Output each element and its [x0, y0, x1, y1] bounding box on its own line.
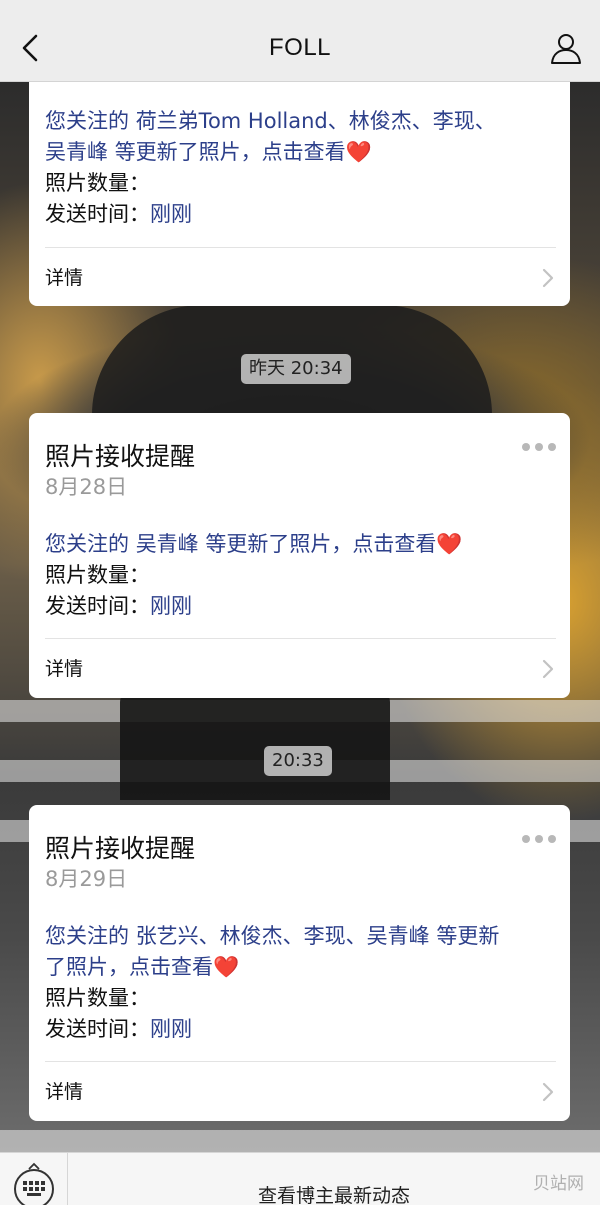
photo-count-label: 照片数量：	[45, 986, 150, 1010]
card-body: 您关注的 张艺兴、林俊杰、李现、吴青峰 等更新 了照片，点击查看❤️ 照片数量：…	[45, 921, 548, 1045]
message-card[interactable]: 照片接收提醒 8月28日 您关注的 吴青峰 等更新了照片，点击查看❤️ 照片数量…	[29, 413, 570, 698]
background-figure	[120, 690, 390, 800]
page-title: FOLL	[268, 34, 332, 61]
intro-text: 您关注的	[45, 924, 136, 948]
update-text[interactable]: 等更新了照片，点击查看	[205, 532, 436, 556]
intro-text: 您关注的	[45, 532, 136, 556]
timestamp-pill: 昨天 20:34	[241, 354, 351, 384]
message-card[interactable]: 您关注的 荷兰弟Tom Holland、林俊杰、李现、 吴青峰 等更新了照片，点…	[29, 70, 570, 306]
details-link[interactable]: 详情	[29, 1062, 570, 1122]
card-body: 您关注的 吴青峰 等更新了照片，点击查看❤️ 照片数量： 发送时间：刚刚	[45, 529, 548, 622]
more-options-icon[interactable]	[522, 441, 556, 453]
send-time-value: 刚刚	[150, 594, 192, 618]
card-title: 照片接收提醒	[45, 834, 196, 863]
heart-icon: ❤️	[345, 140, 372, 164]
nav-header: FOLL	[0, 0, 600, 82]
send-time-value: 刚刚	[150, 1017, 192, 1041]
chevron-right-icon	[542, 1082, 554, 1102]
details-label: 详情	[45, 267, 84, 289]
followed-names[interactable]: 吴青峰	[136, 532, 206, 556]
update-text[interactable]: 等更新	[436, 924, 499, 948]
intro-text: 您关注的	[45, 109, 136, 133]
details-label: 详情	[45, 658, 84, 680]
keyboard-toggle-button[interactable]	[0, 1153, 68, 1205]
update-text[interactable]: 了照片，点击查看	[45, 955, 213, 979]
menu-latest-updates[interactable]: 查看博主最新动态	[68, 1181, 600, 1205]
crosswalk-stripe	[0, 1130, 600, 1152]
followed-names[interactable]: 荷兰弟Tom Holland、林俊杰、李现、	[136, 109, 496, 133]
card-body: 您关注的 荷兰弟Tom Holland、林俊杰、李现、 吴青峰 等更新了照片，点…	[45, 106, 548, 230]
message-card[interactable]: 照片接收提醒 8月29日 您关注的 张艺兴、林俊杰、李现、吴青峰 等更新 了照片…	[29, 805, 570, 1121]
photo-count-label: 照片数量：	[45, 171, 150, 195]
details-label: 详情	[45, 1081, 84, 1103]
send-time-value: 刚刚	[150, 202, 192, 226]
send-time-label: 发送时间：	[45, 202, 150, 226]
person-icon	[551, 34, 581, 64]
heart-icon: ❤️	[213, 955, 240, 979]
card-date: 8月28日	[45, 475, 128, 499]
keyboard-icon	[14, 1162, 54, 1205]
watermark-text: 贝站网	[533, 1174, 584, 1194]
send-time-label: 发送时间：	[45, 594, 150, 618]
heart-icon: ❤️	[436, 532, 463, 556]
more-options-icon[interactable]	[522, 833, 556, 845]
photo-count-label: 照片数量：	[45, 563, 150, 587]
details-link[interactable]: 详情	[29, 248, 570, 308]
profile-button[interactable]	[548, 30, 584, 66]
card-date: 8月29日	[45, 867, 128, 891]
timestamp-pill: 20:33	[264, 746, 332, 776]
card-title: 照片接收提醒	[45, 442, 196, 471]
followed-names[interactable]: 张艺兴、林俊杰、李现、吴青峰	[136, 924, 437, 948]
bottom-menu-bar: 查看博主最新动态 贝站网	[0, 1152, 600, 1205]
chevron-right-icon	[542, 268, 554, 288]
followed-names[interactable]: 吴青峰	[45, 140, 115, 164]
send-time-label: 发送时间：	[45, 1017, 150, 1041]
update-text[interactable]: 等更新了照片，点击查看	[115, 140, 346, 164]
details-link[interactable]: 详情	[29, 639, 570, 699]
chevron-right-icon	[542, 659, 554, 679]
